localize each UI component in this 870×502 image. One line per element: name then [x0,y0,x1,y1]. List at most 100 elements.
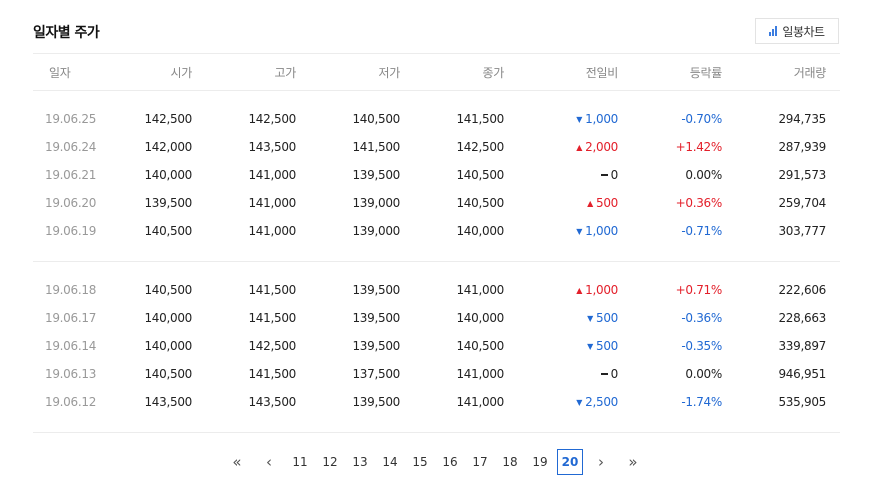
date-cell: 19.06.19 [45,224,97,238]
low-cell: 139,500 [352,395,400,409]
row-group: 19.06.18 140,500 141,500 139,500 141,000 ▲ 1,0… [33,262,840,432]
prev-page-button[interactable]: ‹ [255,449,283,475]
change-value: 1,000 [585,224,618,238]
up-triangle-icon: ▲ [587,198,593,208]
date-cell: 19.06.24 [45,140,97,154]
up-triangle-icon: ▲ [576,142,583,152]
first-page-button[interactable]: « [223,449,251,475]
double-chevron-right-icon: » [628,453,638,471]
low-cell: 137,500 [352,367,400,381]
change-cell: 0 [600,161,619,189]
close-cell: 141,500 [456,112,504,126]
close-cell: 140,500 [456,196,504,210]
change-cell: ▼ 500 [587,332,618,360]
next-page-button[interactable]: › [587,449,615,475]
daily-chart-label: 일봉차트 [782,24,825,39]
table-header: 일자 시가 고가 저가 종가 전일비 등락률 거래량 [33,54,840,90]
high-cell: 141,500 [248,283,296,297]
price-table: 일자 시가 고가 저가 종가 전일비 등락률 거래량 19.06.25 142,5… [33,53,840,433]
table-row: 19.06.14 140,000 142,500 139,500 140,500 ▼ 500… [33,332,840,360]
down-triangle-icon: ▼ [576,114,583,124]
page-list: 11 12 13 14 15 16 17 18 19 20 [285,449,585,475]
page-18-button[interactable]: 18 [497,449,523,475]
col-header-low: 저가 [378,65,401,80]
rate-cell: 0.00% [685,168,722,182]
up-triangle-icon: ▲ [576,285,583,295]
page-16-button[interactable]: 16 [437,449,463,475]
page-19-button[interactable]: 19 [527,449,553,475]
volume-cell: 339,897 [778,339,826,353]
page-17-button[interactable]: 17 [467,449,493,475]
volume-cell: 228,663 [778,311,826,325]
change-cell: ▼ 1,000 [576,105,618,133]
change-value: 500 [595,196,618,210]
table-row: 19.06.19 140,500 141,000 139,000 140,000 ▼ 1,0… [33,217,840,245]
open-cell: 142,000 [144,140,192,154]
change-value: 500 [595,339,618,353]
table-row: 19.06.18 140,500 141,500 139,500 141,000 ▲ 1,0… [33,276,840,304]
high-cell: 141,000 [248,196,296,210]
volume-cell: 259,704 [778,196,826,210]
flat-dash-icon [600,174,608,176]
volume-cell: 946,951 [778,367,826,381]
down-triangle-icon: ▼ [576,397,583,407]
open-cell: 143,500 [144,395,192,409]
date-cell: 19.06.17 [45,311,97,325]
down-triangle-icon: ▼ [587,313,593,323]
volume-cell: 294,735 [778,112,826,126]
pagination: « ‹ 11 12 13 14 15 16 17 18 19 20 › » [0,448,870,476]
volume-cell: 535,905 [778,395,826,409]
close-cell: 142,500 [456,140,504,154]
page-15-button[interactable]: 15 [407,449,433,475]
high-cell: 141,500 [248,311,296,325]
table-row: 19.06.20 139,500 141,000 139,000 140,500 ▲ 500… [33,189,840,217]
rate-cell: -0.70% [681,112,722,126]
change-value: 0 [610,168,619,182]
high-cell: 141,500 [248,367,296,381]
change-value: 1,000 [585,283,618,297]
change-cell: ▲ 500 [587,189,618,217]
high-cell: 143,500 [248,395,296,409]
high-cell: 141,000 [248,168,296,182]
col-header-rate: 등락률 [689,65,723,80]
date-cell: 19.06.21 [45,168,97,182]
open-cell: 139,500 [144,196,192,210]
daily-chart-button[interactable]: 일봉차트 [755,18,839,44]
page-11-button[interactable]: 11 [287,449,313,475]
high-cell: 142,500 [248,339,296,353]
table-row: 19.06.21 140,000 141,000 139,500 140,500 0 0.0… [33,161,840,189]
page-14-button[interactable]: 14 [377,449,403,475]
close-cell: 141,000 [456,367,504,381]
rate-cell: +0.36% [675,196,723,210]
change-cell: ▼ 1,000 [576,217,618,245]
change-cell: ▼ 2,500 [576,388,618,416]
rate-cell: -0.35% [681,339,722,353]
change-cell: ▲ 1,000 [576,276,618,304]
open-cell: 140,500 [144,224,192,238]
low-cell: 139,000 [352,224,400,238]
change-value: 2,500 [585,395,618,409]
chevron-left-icon: ‹ [266,453,272,471]
page-12-button[interactable]: 12 [317,449,343,475]
down-triangle-icon: ▼ [587,341,593,351]
rate-cell: -0.36% [681,311,722,325]
page-20-button[interactable]: 20 [557,449,583,475]
close-cell: 141,000 [456,283,504,297]
date-cell: 19.06.20 [45,196,97,210]
high-cell: 143,500 [248,140,296,154]
low-cell: 140,500 [352,112,400,126]
change-value: 500 [595,311,618,325]
table-row: 19.06.13 140,500 141,500 137,500 141,000 0 0.0… [33,360,840,388]
table-row: 19.06.25 142,500 142,500 140,500 141,500 ▼ 1,0… [33,105,840,133]
col-header-high: 고가 [274,65,297,80]
change-value: 1,000 [585,112,618,126]
bar-chart-icon [769,26,778,36]
col-header-open: 시가 [170,65,193,80]
close-cell: 141,000 [456,395,504,409]
low-cell: 139,500 [352,339,400,353]
change-cell: ▲ 2,000 [576,133,618,161]
low-cell: 139,500 [352,311,400,325]
last-page-button[interactable]: » [619,449,647,475]
rate-cell: -0.71% [681,224,722,238]
page-13-button[interactable]: 13 [347,449,373,475]
